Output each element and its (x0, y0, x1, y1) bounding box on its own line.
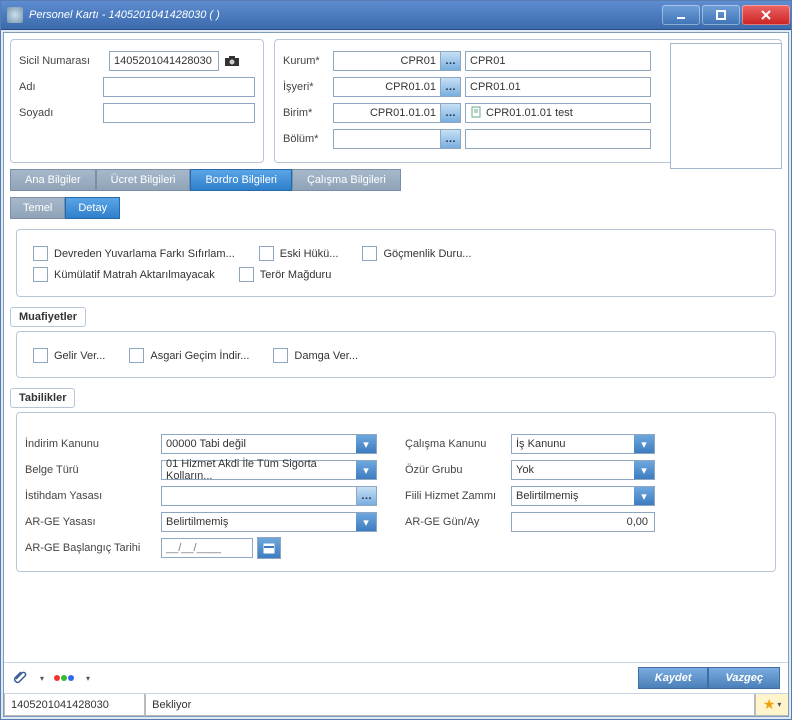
sicil-label: Sicil Numarası (19, 55, 109, 67)
bolum-label: Bölüm* (283, 133, 333, 145)
bolum-code[interactable] (333, 129, 441, 149)
photo-placeholder[interactable] (670, 43, 782, 169)
bolum-lookup[interactable]: … (441, 129, 461, 149)
subtab-temel[interactable]: Temel (10, 197, 65, 219)
cb-kumulatif[interactable]: Kümülatif Matrah Aktarılmayacak (33, 267, 215, 282)
tabilikler-header: Tabilikler (10, 388, 75, 408)
tab-ana-bilgiler[interactable]: Ana Bilgiler (10, 169, 96, 191)
status-bar: 1405201041428030 Bekliyor ★▾ (4, 693, 788, 716)
birim-code[interactable] (333, 103, 441, 123)
isyeri-lookup[interactable]: … (441, 77, 461, 97)
belge-combo[interactable]: 01 Hizmet Akdi İle Tüm Sigorta Kolların.… (161, 460, 377, 480)
window-title: Personel Kartı - 1405201041428030 ( ) (29, 9, 661, 21)
cb-gocmenlik[interactable]: Göçmenlik Duru... (362, 246, 471, 261)
istihdam-input[interactable] (161, 486, 357, 506)
paperclip-icon[interactable] (12, 669, 28, 688)
arge-tarih-label: AR-GE Başlangıç Tarihi (25, 542, 161, 554)
arge-gun-label: AR-GE Gün/Ay (405, 516, 511, 528)
istihdam-lookup[interactable]: … (357, 486, 377, 506)
minimize-button[interactable] (662, 5, 700, 25)
calisma-label: Çalışma Kanunu (405, 438, 511, 450)
fiili-combo[interactable]: Belirtilmemiş ▾ (511, 486, 655, 506)
isyeri-code[interactable] (333, 77, 441, 97)
fiili-label: Fiili Hizmet Zammı (405, 490, 511, 502)
cb-teror[interactable]: Terör Mağduru (239, 267, 332, 282)
chevron-down-icon: ▾ (356, 461, 376, 479)
chevron-down-icon: ▾ (634, 461, 654, 479)
maximize-button[interactable] (702, 5, 740, 25)
identity-panel: Sicil Numarası Adı Soyadı (10, 39, 264, 163)
tab-bordro-bilgileri[interactable]: Bordro Bilgileri (190, 169, 292, 191)
chevron-down-icon: ▾ (634, 487, 654, 505)
vazgec-button[interactable]: Vazgeç (708, 667, 780, 689)
rgb-icon[interactable] (54, 675, 74, 681)
arge-tarih-input[interactable]: __/__/____ (161, 538, 253, 558)
arge-yasasi-label: AR-GE Yasası (25, 516, 161, 528)
dropdown-icon[interactable]: ▾ (40, 674, 44, 683)
bolum-name (465, 129, 651, 149)
calendar-icon[interactable] (257, 537, 281, 559)
adi-label: Adı (19, 81, 103, 93)
ozur-label: Özür Grubu (405, 464, 511, 476)
arge-gun-input[interactable]: 0,00 (511, 512, 655, 532)
cb-eski-hukum[interactable]: Eski Hükü... (259, 246, 339, 261)
muafiyetler-panel: Gelir Ver... Asgari Geçim İndir... Damga… (16, 331, 776, 378)
chevron-down-icon: ▾ (356, 435, 376, 453)
flags-panel: Devreden Yuvarlama Farkı Sıfırlam... Esk… (16, 229, 776, 297)
indirim-combo[interactable]: 00000 Tabi değil ▾ (161, 434, 377, 454)
close-button[interactable] (742, 5, 790, 25)
istihdam-label: İstihdam Yasası (25, 490, 161, 502)
birim-label: Birim* (283, 107, 333, 119)
favorite-button[interactable]: ★▾ (755, 694, 788, 716)
cb-damga-vergisi[interactable]: Damga Ver... (273, 348, 358, 363)
muafiyetler-header: Muafiyetler (10, 307, 86, 327)
kurum-label: Kurum* (283, 55, 333, 67)
tabilikler-panel: İndirim Kanunu 00000 Tabi değil ▾ Belge … (16, 412, 776, 572)
tab-calisma-bilgileri[interactable]: Çalışma Bilgileri (292, 169, 401, 191)
kurum-lookup[interactable]: … (441, 51, 461, 71)
arge-yasasi-combo[interactable]: Belirtilmemiş ▾ (161, 512, 377, 532)
status-id: 1405201041428030 (4, 694, 145, 716)
kurum-code[interactable] (333, 51, 441, 71)
indirim-label: İndirim Kanunu (25, 438, 161, 450)
belge-label: Belge Türü (25, 464, 161, 476)
title-bar: Personel Kartı - 1405201041428030 ( ) (1, 1, 791, 30)
app-icon (7, 7, 23, 23)
toolbar: ▾ ▾ Kaydet Vazgeç (4, 662, 788, 693)
birim-name: CPR01.01.01 test (465, 103, 651, 123)
chevron-down-icon: ▾ (356, 513, 376, 531)
kaydet-button[interactable]: Kaydet (638, 667, 709, 689)
soyadi-input[interactable] (103, 103, 255, 123)
sub-tabs: Temel Detay (10, 197, 788, 219)
cb-devreden[interactable]: Devreden Yuvarlama Farkı Sıfırlam... (33, 246, 235, 261)
tab-ucret-bilgileri[interactable]: Ücret Bilgileri (96, 169, 191, 191)
cb-gelir-vergisi[interactable]: Gelir Ver... (33, 348, 105, 363)
isyeri-label: İşyeri* (283, 81, 333, 93)
calisma-combo[interactable]: İş Kanunu ▾ (511, 434, 655, 454)
cb-asgari-gecim[interactable]: Asgari Geçim İndir... (129, 348, 249, 363)
birim-lookup[interactable]: … (441, 103, 461, 123)
sicil-input[interactable] (109, 51, 219, 71)
status-state: Bekliyor (145, 694, 755, 716)
adi-input[interactable] (103, 77, 255, 97)
main-tabs: Ana Bilgiler Ücret Bilgileri Bordro Bilg… (10, 169, 788, 191)
dropdown-icon[interactable]: ▾ (86, 674, 90, 683)
star-icon: ★ (763, 696, 776, 713)
ozur-combo[interactable]: Yok ▾ (511, 460, 655, 480)
kurum-name: CPR01 (465, 51, 651, 71)
chevron-down-icon: ▾ (634, 435, 654, 453)
subtab-detay[interactable]: Detay (65, 197, 120, 219)
isyeri-name: CPR01.01 (465, 77, 651, 97)
soyadi-label: Soyadı (19, 107, 103, 119)
camera-icon[interactable] (223, 52, 241, 70)
document-icon (470, 106, 482, 121)
